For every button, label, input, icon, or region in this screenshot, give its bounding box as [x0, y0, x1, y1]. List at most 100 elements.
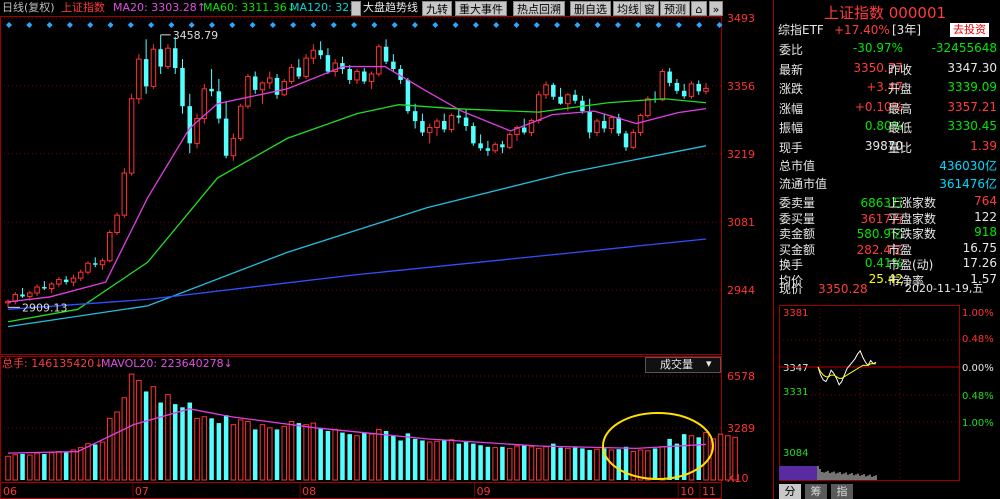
invest-button[interactable]: 去投资: [950, 23, 989, 37]
stock-chart-app: 日线(复权) 上证指数 MA20: 3303.28↑ MA60: 3311.36…: [0, 0, 1000, 499]
candle-body-up: [121, 172, 128, 216]
volume-bar-down: [616, 449, 622, 480]
candle-body-down: [441, 121, 447, 130]
volume-bar-up: [237, 419, 244, 481]
volume-bar-down: [580, 448, 585, 480]
candle-body-up: [245, 75, 251, 107]
volume-bar-up: [492, 447, 498, 481]
volume-bar-down: [391, 435, 396, 480]
ma-line-ma250: [7, 238, 707, 310]
candle-body-down: [681, 90, 687, 97]
volume-bar-up: [48, 452, 55, 481]
event-diamond-marker: [533, 22, 540, 28]
event-diamond-marker: [432, 22, 439, 28]
volume-bar-up: [565, 447, 571, 481]
candle-body-up: [85, 262, 91, 273]
month-label: 07: [135, 485, 149, 498]
volume-dropdown-value: 成交量: [660, 358, 693, 371]
volume-bar-down: [63, 452, 69, 480]
volume-bar-down: [252, 429, 258, 480]
event-diamond-marker: [127, 22, 134, 28]
candle-body-up: [99, 260, 106, 266]
volume-bar-down: [674, 443, 680, 480]
candle-body-down: [187, 106, 193, 144]
volume-tick-label: 6578: [727, 370, 755, 383]
tab-minute[interactable]: 分: [779, 484, 801, 499]
volume-bar-up: [514, 445, 520, 481]
event-diamond-marker: [655, 22, 662, 28]
volume-bar-down: [652, 448, 658, 480]
tab-chips[interactable]: 筹: [805, 484, 827, 499]
volume-bar-down: [398, 440, 403, 480]
volume-bar-up: [637, 449, 644, 481]
volume-bar-down: [456, 443, 462, 480]
candle-body-down: [325, 55, 331, 72]
volume-bar-down: [209, 418, 214, 480]
candle-body-down: [158, 49, 163, 67]
volume-indicator-dropdown[interactable]: 成交量 ▾: [645, 357, 721, 373]
candle-body-up: [645, 98, 651, 117]
volume-bar-down: [42, 453, 47, 480]
candle-body-down: [471, 126, 476, 144]
price-tick-label: 3081: [727, 216, 755, 229]
volume-tick-label: 3289: [727, 422, 755, 435]
etf-change: +17.40%: [834, 23, 890, 37]
price-tick-label: 3356: [727, 80, 755, 93]
candle-body-up: [281, 80, 288, 96]
candle-body-down: [623, 133, 629, 148]
quote-row-1-value2: 3347.30: [947, 60, 997, 75]
volume-bar-up: [165, 394, 171, 481]
candle-body-down: [20, 294, 25, 297]
volume-bar-up: [434, 440, 440, 481]
volume-bar-down: [180, 407, 185, 480]
candle-body-up: [266, 77, 273, 84]
candle-body-up: [506, 133, 513, 148]
candle-body-down: [180, 68, 185, 107]
event-diamond-marker: [696, 22, 703, 28]
volume-bar-up: [332, 428, 338, 481]
ma-line-ma120: [7, 145, 707, 328]
candle-body-down: [274, 77, 280, 95]
candle-body-down: [216, 91, 222, 119]
volume-bar-down: [405, 433, 411, 480]
event-diamond-marker: [26, 22, 33, 28]
candle-body-down: [92, 263, 98, 265]
event-diamond-marker: [635, 22, 642, 28]
price-tick-label: 2944: [727, 284, 755, 297]
candle-body-down: [551, 84, 556, 97]
volume-bar-up: [732, 436, 738, 481]
volume-bar-up: [448, 439, 455, 481]
order-ratio-label: 委比: [779, 43, 804, 57]
volume-bar-up: [5, 455, 11, 481]
volume-bar-down: [420, 440, 425, 480]
candle-body-down: [696, 83, 701, 92]
etf-label[interactable]: 综指ETF: [778, 23, 824, 37]
candle-body-up: [310, 49, 317, 59]
event-diamond-marker: [290, 22, 297, 28]
volume-bar-up: [594, 448, 600, 481]
candle-body-up: [703, 87, 709, 92]
volume-bar-up: [245, 421, 251, 481]
candle-body-up: [230, 137, 237, 157]
price-tick-label: 3493: [727, 12, 755, 25]
tab-index[interactable]: 指: [831, 484, 853, 499]
volume-bar-up: [368, 433, 375, 481]
candle-body-down: [500, 144, 505, 148]
quote-row-4: 振幅 0.80% 最低 3330.45: [779, 118, 1000, 136]
volume-bar-up: [310, 422, 317, 481]
candle-body-up: [376, 46, 382, 75]
candle-body-up: [48, 283, 55, 290]
volume-bar-down: [223, 415, 229, 480]
volume-bar-down: [158, 402, 163, 480]
volume-bar-up: [259, 424, 266, 481]
candle-body-down: [318, 50, 323, 56]
month-label: 09: [477, 485, 491, 498]
candle-body-down: [296, 67, 302, 77]
cap-row-0: 总市值 436030亿: [779, 156, 1000, 174]
candle-body-up: [594, 120, 600, 133]
volume-bar-up: [99, 441, 106, 481]
candle-body-up: [368, 73, 375, 82]
candle-body-down: [616, 117, 622, 134]
volume-bar-down: [500, 446, 505, 480]
volume-bar-up: [12, 454, 19, 481]
